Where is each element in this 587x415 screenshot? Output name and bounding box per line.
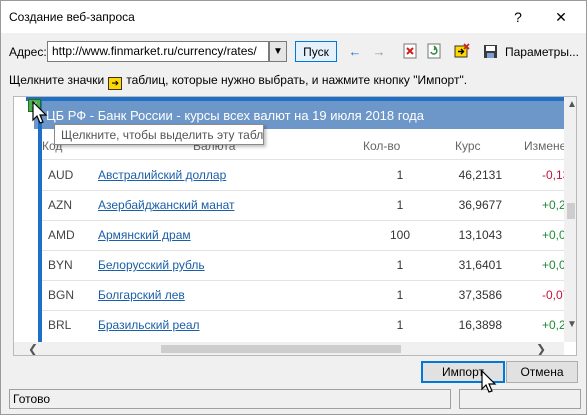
status-bar: Готово <box>3 389 586 413</box>
go-button[interactable]: Пуск <box>295 41 337 62</box>
back-button[interactable]: ← <box>346 42 364 60</box>
instruction-text: Щелкните значки ➔ таблиц, которые нужно вы… <box>9 73 467 90</box>
address-dropdown-button[interactable]: ▼ <box>269 41 287 62</box>
hide-icons-button[interactable] <box>453 42 471 60</box>
currency-name-link[interactable]: Белорусский рубль <box>98 258 205 272</box>
currency-name-link[interactable]: Бразильский реал <box>98 318 200 332</box>
currency-quantity: 1 <box>396 168 404 182</box>
currency-rate: 36,9677 <box>458 198 502 212</box>
dialog-title: Создание веб-запроса <box>9 10 135 24</box>
help-icon: ? <box>514 9 522 25</box>
arrow-right-icon: → <box>372 43 386 59</box>
currency-rate: 46,2131 <box>458 168 502 182</box>
chevron-down-icon: ▼ <box>273 46 283 57</box>
currency-quantity: 1 <box>396 198 404 212</box>
status-text: Готово <box>9 389 451 409</box>
address-input[interactable]: http://www.finmarket.ru/currency/rates/ <box>47 41 269 62</box>
address-label: Адрес: <box>9 45 47 59</box>
currency-quantity: 1 <box>396 288 404 302</box>
currency-code: BYN <box>48 258 73 272</box>
table-row: BGN Болгарский лев 1 37,3586 -0,077 <box>42 280 576 310</box>
web-preview-pane[interactable]: ЦБ РФ - Банк России - курсы всех валют н… <box>13 96 577 356</box>
close-button[interactable]: ✕ <box>541 1 581 33</box>
mouse-cursor-icon <box>481 370 497 393</box>
table-row: AUD Австралийский доллар 1 46,2131 -0,13… <box>42 160 576 190</box>
mouse-cursor-icon <box>32 101 48 124</box>
instruction-text-end: таблиц, которые нужно выбрать, и нажмите… <box>126 73 468 87</box>
refresh-icon <box>427 43 441 59</box>
scroll-left-icon[interactable]: ❮ <box>28 342 38 355</box>
table-select-arrow-icon: ➔ <box>108 77 123 90</box>
web-query-dialog: Создание веб-запроса ? ✕ Адрес: http://w… <box>0 0 587 415</box>
help-button[interactable]: ? <box>498 1 538 33</box>
hide-icons-icon <box>454 43 470 58</box>
select-table-tooltip: Щелкните, чтобы выделить эту таблицу. <box>54 124 264 145</box>
currency-code: BGN <box>48 288 75 302</box>
stop-button[interactable] <box>401 42 419 60</box>
title-bar: Создание веб-запроса ? ✕ <box>1 1 586 33</box>
column-header-rate: Курс <box>455 139 481 153</box>
cancel-button[interactable]: Отмена <box>506 361 578 383</box>
horizontal-scrollbar[interactable]: ❮ ❯ <box>14 342 564 355</box>
save-icon <box>483 44 497 58</box>
refresh-button[interactable] <box>425 42 443 60</box>
scroll-right-icon[interactable]: ❯ <box>536 342 546 355</box>
currency-quantity: 1 <box>396 318 404 332</box>
scroll-up-icon[interactable]: ▲ <box>567 99 576 110</box>
currency-name-link[interactable]: Австралийский доллар <box>98 168 226 182</box>
column-header-quantity: Кол-во <box>363 139 401 153</box>
close-icon: ✕ <box>555 8 567 25</box>
currency-code: AUD <box>48 168 74 182</box>
currency-rate: 31,6401 <box>458 258 502 272</box>
currency-rate: 13,1043 <box>458 228 502 242</box>
currency-code: BRL <box>48 318 72 332</box>
horizontal-scroll-thumb[interactable] <box>161 345 401 353</box>
table-row: AZN Азербайджанский манат 1 36,9677 +0,2… <box>42 190 572 220</box>
table-row: BRL Бразильский реал 1 16,3898 +0,21 <box>42 310 572 340</box>
vertical-scroll-thumb[interactable] <box>567 203 575 219</box>
currency-rate: 37,3586 <box>458 288 502 302</box>
stop-icon <box>403 43 417 59</box>
currency-quantity: 1 <box>396 258 404 272</box>
currency-name-link[interactable]: Болгарский лев <box>98 288 185 302</box>
vertical-scrollbar[interactable]: ▲ ▼ <box>564 97 576 342</box>
currency-name-link[interactable]: Армянский драм <box>98 228 191 242</box>
save-query-button[interactable] <box>481 42 499 60</box>
currency-quantity: 100 <box>389 228 411 242</box>
instruction-text-start: Щелкните значки <box>9 73 105 87</box>
selection-frame-top <box>26 97 570 101</box>
currency-name-link[interactable]: Азербайджанский манат <box>98 198 234 212</box>
currency-rate: 16,3898 <box>458 318 502 332</box>
status-progress-panel <box>459 389 581 409</box>
arrow-left-icon: ← <box>348 43 362 59</box>
forward-button[interactable]: → <box>370 42 388 60</box>
table-row: AMD Армянский драм 100 13,1043 +0,09 <box>42 220 572 250</box>
scroll-down-icon[interactable]: ▼ <box>567 319 576 330</box>
options-button[interactable]: Параметры... <box>505 45 579 59</box>
toolbar: Адрес: http://www.finmarket.ru/currency/… <box>1 39 586 65</box>
currency-code: AZN <box>48 198 72 212</box>
currency-code: AMD <box>48 228 75 242</box>
table-row: BYN Белорусский рубль 1 31,6401 +0,06 <box>42 250 572 280</box>
